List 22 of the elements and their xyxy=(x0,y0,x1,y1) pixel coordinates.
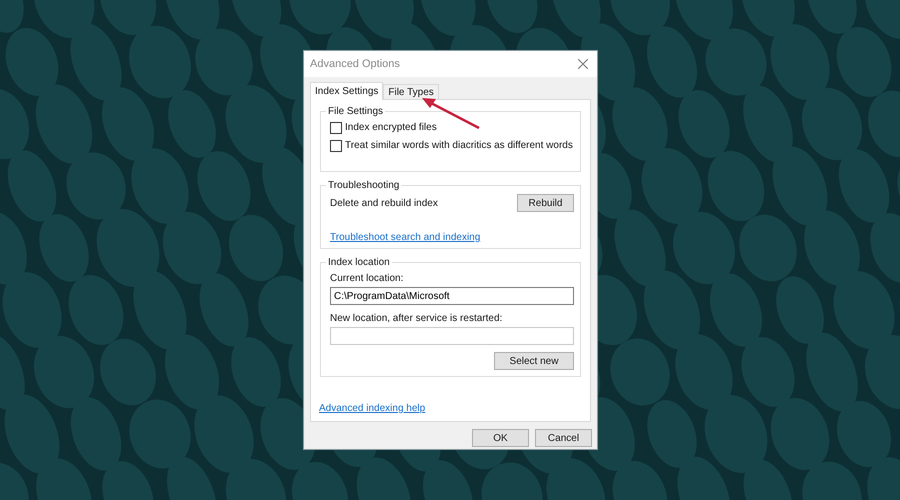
dialog-button[interactable]: OK xyxy=(472,429,529,447)
rebuild-button[interactable]: Rebuild xyxy=(517,194,574,212)
tab[interactable]: File Types xyxy=(383,84,439,99)
rebuild-label: Delete and rebuild index xyxy=(330,198,438,208)
help-link[interactable]: Advanced indexing help xyxy=(319,403,426,414)
select-new-button[interactable]: Select new xyxy=(494,352,574,370)
input-field[interactable] xyxy=(330,327,574,345)
group-title: Index location xyxy=(327,257,391,268)
field-label: New location, after service is restarted: xyxy=(330,313,504,324)
dialog-button[interactable]: Cancel xyxy=(535,429,592,447)
checkbox[interactable] xyxy=(330,140,342,152)
input-field[interactable]: C:\ProgramData\Microsoft xyxy=(330,287,574,305)
field-label: Current location: xyxy=(330,273,404,284)
checkbox-label: Index encrypted files xyxy=(345,122,437,133)
tab[interactable]: Index Settings xyxy=(310,82,384,100)
checkbox[interactable] xyxy=(330,122,342,134)
group-title: File Settings xyxy=(327,106,384,117)
close-icon[interactable] xyxy=(578,59,588,69)
checkbox-label: Treat similar words with diacritics as different words xyxy=(345,140,573,151)
window-title: Advanced Options xyxy=(310,58,400,70)
troubleshoot-link[interactable]: Troubleshoot search and indexing xyxy=(330,232,480,243)
group-title: Troubleshooting xyxy=(327,180,400,191)
